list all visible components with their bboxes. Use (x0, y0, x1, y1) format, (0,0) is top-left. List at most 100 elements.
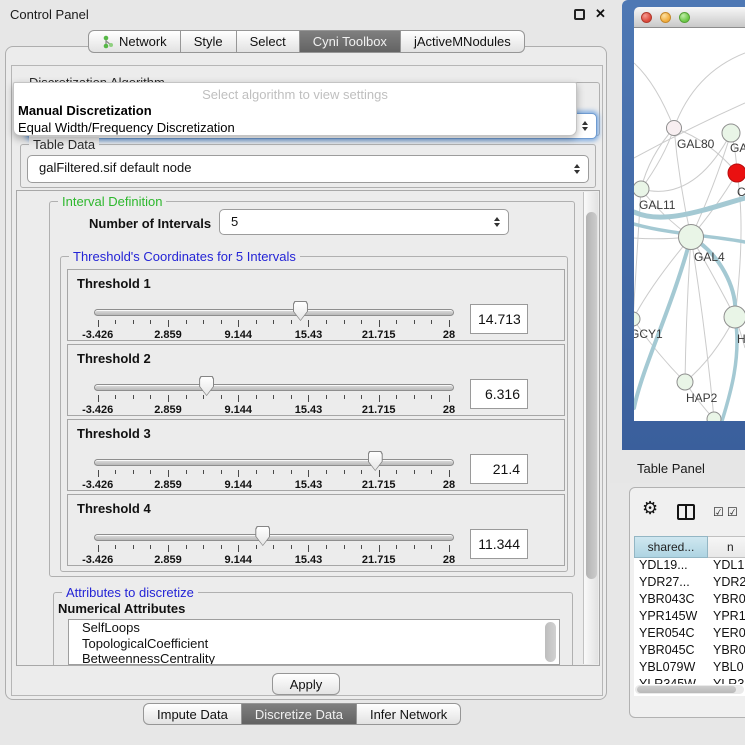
attributes-group: Attributes to discretize Numerical Attri… (53, 592, 573, 666)
table-row[interactable]: YDR27...YDR2 (634, 575, 745, 592)
slider-tick-label: -3.426 (82, 329, 113, 341)
table-hscrollbar-thumb[interactable] (637, 686, 736, 693)
network-edge[interactable] (641, 128, 674, 189)
tab-discretize-data[interactable]: Discretize Data (242, 703, 357, 725)
table-row[interactable]: YBR045CYBR0 (634, 643, 745, 660)
network-node-gal80[interactable] (667, 121, 682, 136)
slider-thumb[interactable] (293, 301, 308, 321)
network-node-gcy1[interactable] (634, 312, 640, 326)
cell-shared-name: YBR043C (634, 592, 708, 609)
thresholds-group-label: Threshold's Coordinates for 5 Intervals (69, 249, 300, 264)
network-graph[interactable]: GAL80GACGAL11GAL4GCY1HHAP2 (634, 28, 745, 421)
threshold-1-slider[interactable]: -3.4262.8599.14415.4321.71528 (88, 300, 488, 342)
table-data-select[interactable]: galFiltered.sif default node (27, 155, 589, 183)
close-icon[interactable]: ✕ (595, 6, 606, 22)
network-window-titlebar[interactable] (634, 7, 745, 28)
network-node[interactable] (728, 164, 745, 182)
zoom-traffic-light-icon[interactable] (679, 12, 690, 23)
network-node-h[interactable] (724, 306, 745, 328)
slider-tick (221, 395, 222, 399)
network-edge[interactable] (634, 63, 674, 128)
column-selector-icon[interactable] (677, 504, 695, 520)
gear-icon[interactable]: ⚙ (642, 499, 658, 517)
slider-tick (273, 320, 274, 324)
table-row[interactable]: YLR345WYLR3 (634, 677, 745, 684)
network-node-hap2[interactable] (677, 374, 693, 390)
column-header-name[interactable]: n (708, 536, 745, 558)
numerical-attributes-list[interactable]: SelfLoopsTopologicalCoefficientBetweenne… (68, 619, 560, 665)
network-node-gal4[interactable] (679, 225, 704, 250)
threshold-3-slider[interactable]: -3.4262.8599.14415.4321.71528 (88, 450, 488, 492)
tab-impute-data[interactable]: Impute Data (143, 703, 242, 725)
checkbox-icon[interactable]: ☑ (727, 505, 738, 519)
network-edge[interactable] (641, 128, 674, 189)
attributes-scrollbar[interactable] (545, 622, 556, 662)
slider-tick (273, 395, 274, 399)
menu-item-manual-discretization[interactable]: Manual Discretization (18, 103, 152, 118)
attribute-item-topologicalcoefficient[interactable]: TopologicalCoefficient (69, 636, 559, 652)
apply-button[interactable]: Apply (272, 673, 340, 695)
number-of-intervals-select[interactable]: 5 (219, 209, 509, 235)
threshold-3-value-field[interactable] (470, 454, 528, 484)
slider-tick (273, 545, 274, 549)
slider-track[interactable] (94, 309, 454, 316)
network-node[interactable] (707, 412, 721, 421)
threshold-4-value-field[interactable] (470, 529, 528, 559)
table-row[interactable]: YBL079WYBL0 (634, 660, 745, 677)
table-row[interactable]: YER054CYER0 (634, 626, 745, 643)
tab-infer-network[interactable]: Infer Network (357, 703, 461, 725)
combo-stepper-icon (582, 121, 588, 131)
slider-tick (115, 470, 116, 474)
checkbox-icon[interactable]: ☑ (713, 505, 724, 519)
network-canvas[interactable]: GAL80GACGAL11GAL4GCY1HHAP2 (634, 28, 745, 421)
panel-scrollbar-track[interactable] (583, 192, 598, 664)
slider-track[interactable] (94, 384, 454, 391)
table-row[interactable]: YBR043CYBR0 (634, 592, 745, 609)
float-window-icon[interactable] (574, 9, 585, 20)
slider-tick (238, 320, 239, 327)
slider-thumb[interactable] (368, 451, 383, 471)
slider-tick (203, 395, 204, 399)
cell-shared-name: YDR27... (634, 575, 708, 592)
slider-track[interactable] (94, 459, 454, 466)
network-edge[interactable] (674, 53, 745, 128)
slider-tick-label: 9.144 (224, 554, 252, 566)
tab-cyni-toolbox-label: Cyni Toolbox (313, 34, 387, 49)
slider-tick (133, 395, 134, 399)
algorithm-placeholder: Select algorithm to view settings (14, 87, 576, 102)
slider-tick (168, 545, 169, 552)
network-edge-highlighted[interactable] (722, 317, 737, 421)
tab-style[interactable]: Style (181, 30, 237, 53)
slider-tick-label: 2.859 (154, 554, 182, 566)
threshold-2-value-field[interactable] (470, 379, 528, 409)
close-traffic-light-icon[interactable] (641, 12, 652, 23)
column-header-shared-name[interactable]: shared... (634, 536, 708, 558)
cell-name: YER0 (708, 626, 745, 643)
network-node-ga[interactable] (722, 124, 740, 142)
slider-tick (344, 545, 345, 549)
threshold-2-slider[interactable]: -3.4262.8599.14415.4321.71528 (88, 375, 488, 417)
table-row[interactable]: YPR145WYPR1 (634, 609, 745, 626)
tab-jactivemnodules[interactable]: jActiveMNodules (401, 30, 525, 53)
threshold-4-slider[interactable]: -3.4262.8599.14415.4321.71528 (88, 525, 488, 567)
slider-thumb[interactable] (255, 526, 270, 546)
table-row[interactable]: YDL19...YDL1 (634, 558, 745, 575)
threshold-1-value-field[interactable] (470, 304, 528, 334)
network-edge[interactable] (634, 237, 691, 319)
panel-scrollbar-thumb[interactable] (586, 212, 597, 579)
slider-tick (344, 470, 345, 474)
slider-tick (379, 545, 380, 552)
tab-select[interactable]: Select (237, 30, 300, 53)
node-label-gal80: GAL80 (677, 137, 715, 151)
table-hscrollbar-track[interactable] (635, 685, 744, 694)
network-node-gal11[interactable] (634, 181, 649, 197)
slider-thumb[interactable] (199, 376, 214, 396)
attribute-item-selfloops[interactable]: SelfLoops (69, 620, 559, 636)
menu-item-equal-width-frequency[interactable]: Equal Width/Frequency Discretization (18, 120, 235, 135)
tab-network[interactable]: Network (88, 30, 181, 53)
network-edge[interactable] (685, 317, 735, 382)
minimize-traffic-light-icon[interactable] (660, 12, 671, 23)
attribute-item-betweennesscentrality[interactable]: BetweennessCentrality (69, 651, 559, 665)
slider-track[interactable] (94, 534, 454, 541)
tab-cyni-toolbox[interactable]: Cyni Toolbox (300, 30, 401, 53)
